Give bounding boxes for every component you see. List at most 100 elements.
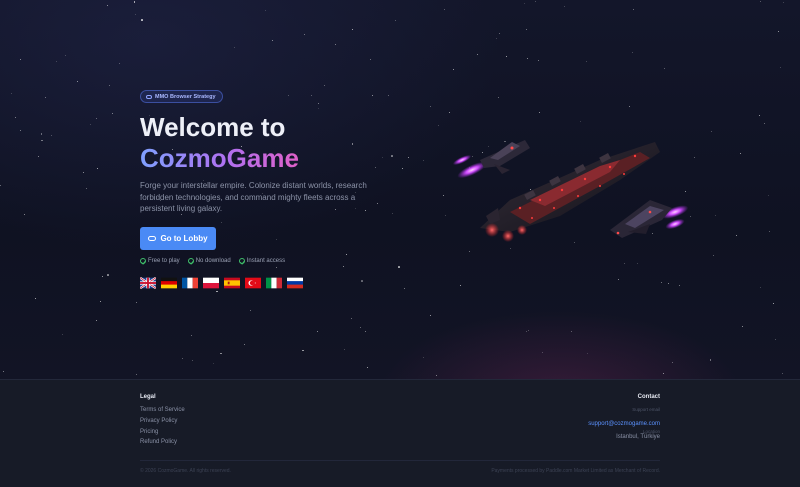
star [112, 112, 114, 114]
go-to-lobby-button[interactable]: Go to Lobby [140, 227, 216, 250]
star [436, 375, 438, 377]
star [85, 188, 87, 190]
star [407, 156, 409, 158]
star [181, 358, 183, 360]
genre-badge: MMO Browser Strategy [140, 90, 223, 103]
feature-label: Free to play [148, 258, 180, 264]
star [141, 19, 143, 21]
star [453, 69, 455, 71]
star [739, 153, 741, 154]
star [65, 54, 67, 56]
language-selector [140, 277, 303, 289]
star [382, 157, 384, 159]
star [310, 94, 313, 97]
legal-heading: Legal [140, 394, 156, 400]
star [40, 133, 43, 135]
spaceship-fleet-illustration [452, 140, 689, 242]
star [221, 221, 223, 223]
star [366, 366, 368, 368]
star [213, 362, 215, 364]
star [445, 214, 447, 216]
check-circle-icon [187, 258, 194, 264]
star [192, 359, 194, 361]
star [570, 330, 572, 332]
star [375, 167, 377, 169]
star [663, 373, 664, 375]
flag-spain-icon[interactable] [224, 277, 240, 289]
star [404, 287, 405, 289]
star [628, 105, 631, 108]
star [535, 1, 537, 3]
star [715, 215, 717, 217]
star [769, 230, 771, 232]
check-circle-icon [140, 258, 146, 264]
copyright-text: © 2026 CozmoGame. All rights reserved. [140, 468, 231, 474]
star [304, 34, 306, 36]
star [527, 58, 529, 60]
payments-note: Payments processed by Paddle.com Market … [491, 468, 660, 474]
star [741, 326, 743, 328]
star [437, 125, 439, 127]
terms-of-service-link[interactable]: Terms of Service [140, 407, 185, 413]
flag-uk-icon[interactable] [140, 277, 156, 289]
star [495, 37, 497, 39]
flag-russia-icon[interactable] [287, 277, 303, 289]
star [82, 171, 84, 173]
star [276, 266, 278, 268]
privacy-policy-link[interactable]: Privacy Policy [140, 418, 177, 424]
star [3, 370, 4, 372]
star [370, 59, 372, 61]
feature-list: Free to play No download Instant access [140, 258, 285, 264]
star [359, 327, 361, 329]
star [352, 28, 354, 30]
flag-turkey-icon[interactable] [245, 277, 261, 289]
star [523, 2, 525, 4]
star [10, 93, 12, 94]
star [323, 84, 325, 86]
star [371, 95, 373, 97]
refund-policy-link[interactable]: Refund Policy [140, 439, 177, 445]
hero-section: MMO Browser Strategy Welcome to CozmoGam… [0, 0, 800, 379]
star [216, 290, 218, 293]
star [220, 352, 222, 355]
star [34, 298, 36, 300]
support-email-link[interactable]: support@cozmogame.com [588, 421, 660, 427]
star [346, 254, 347, 256]
star [264, 10, 266, 12]
star [764, 123, 766, 125]
flag-italy-icon[interactable] [266, 277, 282, 289]
star [497, 96, 499, 98]
star [672, 361, 674, 363]
star [387, 95, 389, 96]
star [56, 61, 58, 63]
star [772, 302, 774, 304]
star [586, 60, 588, 62]
star [335, 43, 337, 45]
star [660, 281, 662, 283]
star [95, 320, 97, 322]
star [77, 80, 79, 82]
star [526, 29, 527, 30]
star [401, 168, 403, 170]
star [710, 130, 712, 132]
star [712, 254, 714, 256]
star [107, 274, 109, 276]
flag-germany-icon[interactable] [161, 277, 177, 289]
pricing-link[interactable]: Pricing [140, 429, 158, 435]
gamepad-icon [146, 94, 152, 99]
gamepad-icon [148, 236, 157, 241]
star [45, 97, 47, 99]
star [38, 156, 40, 158]
star [429, 314, 431, 316]
star [118, 63, 120, 65]
flag-france-icon[interactable] [182, 277, 198, 289]
star [443, 9, 445, 11]
star [499, 32, 501, 34]
star [19, 130, 21, 132]
star [95, 117, 98, 120]
star [541, 352, 543, 354]
star [398, 266, 400, 268]
star [96, 168, 98, 170]
star [272, 39, 273, 41]
flag-poland-icon[interactable] [203, 277, 219, 289]
